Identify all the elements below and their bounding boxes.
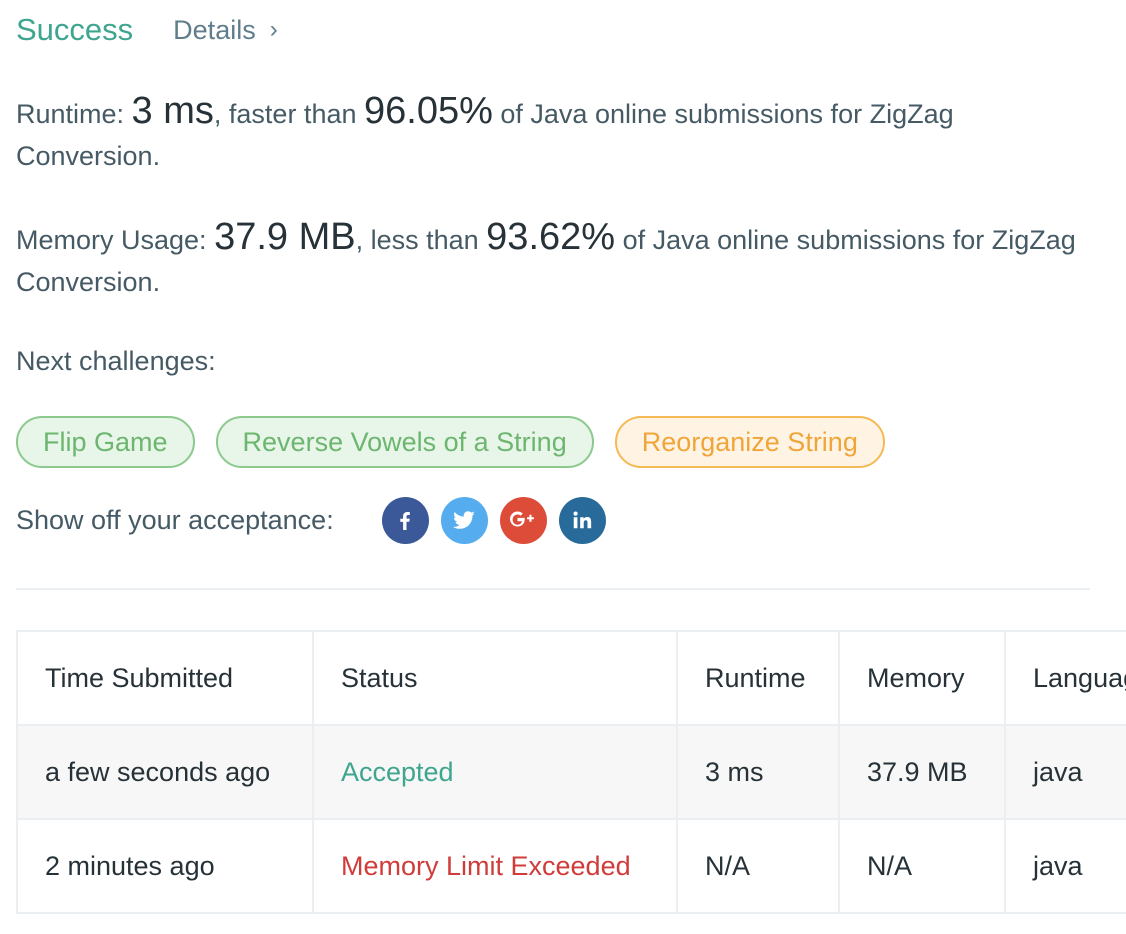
runtime-percent: 96.05% <box>364 90 493 132</box>
table-row: a few seconds ago Accepted 3 ms 37.9 MB … <box>16 724 1126 820</box>
memory-summary: Memory Usage: 37.9 MB, less than 93.62% … <box>16 216 1076 303</box>
facebook-icon[interactable] <box>381 496 429 544</box>
cell-language: java <box>1004 724 1126 820</box>
section-divider <box>16 588 1090 590</box>
twitter-icon[interactable] <box>440 496 488 544</box>
status-title: Success <box>16 12 134 47</box>
submission-result-page: Success Details › Runtime: 3 ms, faster … <box>0 0 1126 934</box>
column-header-status: Status <box>312 630 678 726</box>
runtime-summary: Runtime: 3 ms, faster than 96.05% of Jav… <box>16 90 1076 177</box>
cell-runtime: 3 ms <box>676 724 840 820</box>
challenge-flip-game[interactable]: Flip Game <box>16 416 195 468</box>
runtime-label: Runtime: <box>16 99 132 129</box>
cell-status-link[interactable]: Memory Limit Exceeded <box>312 818 678 914</box>
submissions-table: Time Submitted Status Runtime Memory Lan… <box>16 630 1126 914</box>
share-row: Show off your acceptance: <box>16 496 606 544</box>
table-header-row: Time Submitted Status Runtime Memory Lan… <box>16 630 1126 726</box>
column-header-runtime: Runtime <box>676 630 840 726</box>
share-label: Show off your acceptance: <box>16 504 334 535</box>
table-row: 2 minutes ago Memory Limit Exceeded N/A … <box>16 818 1126 914</box>
next-challenges-label: Next challenges: <box>16 346 216 376</box>
cell-memory: 37.9 MB <box>838 724 1006 820</box>
chevron-right-icon: › <box>269 16 278 43</box>
memory-label: Memory Usage: <box>16 225 215 255</box>
share-icons <box>381 496 606 544</box>
cell-status-link[interactable]: Accepted <box>312 724 678 820</box>
details-link[interactable]: Details › <box>173 15 278 46</box>
details-label: Details <box>173 14 256 45</box>
memory-compare-text: , less than <box>355 225 487 255</box>
cell-memory: N/A <box>838 818 1006 914</box>
cell-time: 2 minutes ago <box>16 818 314 914</box>
column-header-time: Time Submitted <box>16 630 314 726</box>
cell-time: a few seconds ago <box>16 724 314 820</box>
memory-percent: 93.62% <box>486 216 616 258</box>
memory-value: 37.9 MB <box>214 216 356 258</box>
cell-language: java <box>1004 818 1126 914</box>
result-header: Success Details › <box>16 6 278 54</box>
cell-runtime: N/A <box>676 818 840 914</box>
challenge-reverse-vowels[interactable]: Reverse Vowels of a String <box>215 416 594 468</box>
linkedin-icon[interactable] <box>558 496 606 544</box>
runtime-compare-text: , faster than <box>213 99 364 129</box>
submissions-table-container: Time Submitted Status Runtime Memory Lan… <box>16 630 1126 920</box>
google-plus-icon[interactable] <box>499 496 547 544</box>
challenge-reorganize-string[interactable]: Reorganize String <box>614 416 885 468</box>
column-header-language: Language <box>1004 630 1126 726</box>
next-challenges-list: Flip Game Reverse Vowels of a String Reo… <box>16 416 885 468</box>
column-header-memory: Memory <box>838 630 1006 726</box>
runtime-value: 3 ms <box>131 90 214 132</box>
